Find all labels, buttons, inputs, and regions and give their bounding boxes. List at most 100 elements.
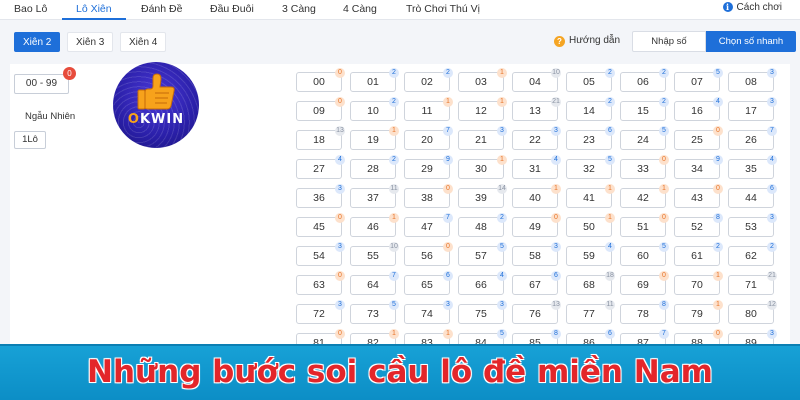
number-cell[interactable]: 31 4 <box>512 155 561 179</box>
number-cell[interactable]: 57 5 <box>458 242 507 266</box>
number-cell[interactable]: 29 9 <box>404 155 453 179</box>
number-cell[interactable]: 65 6 <box>404 271 453 295</box>
number-cell[interactable]: 16 4 <box>674 97 723 121</box>
number-cell[interactable]: 79 1 <box>674 300 723 324</box>
number-cell[interactable]: 78 8 <box>620 300 669 324</box>
lo-button[interactable]: 1Lô <box>14 131 46 149</box>
number-label: 77 <box>583 308 595 320</box>
number-cell[interactable]: 07 5 <box>674 68 723 92</box>
number-cell[interactable]: 39 14 <box>458 184 507 208</box>
guide-link[interactable]: ? Hướng dẫn <box>554 35 620 47</box>
number-cell[interactable]: 17 3 <box>728 97 777 121</box>
number-cell[interactable]: 15 2 <box>620 97 669 121</box>
number-cell[interactable]: 11 1 <box>404 97 453 121</box>
tab-tro-choi-thu-vi[interactable]: Trò Chơi Thú Vị <box>406 0 480 20</box>
number-cell[interactable]: 53 3 <box>728 213 777 237</box>
number-cell[interactable]: 66 4 <box>458 271 507 295</box>
number-cell[interactable]: 72 3 <box>296 300 345 324</box>
number-cell[interactable]: 37 11 <box>350 184 399 208</box>
number-cell[interactable]: 75 3 <box>458 300 507 324</box>
sub-tab-xien-2[interactable]: Xiên 2 <box>14 32 61 52</box>
number-cell[interactable]: 36 3 <box>296 184 345 208</box>
number-cell[interactable]: 14 2 <box>566 97 615 121</box>
number-cell[interactable]: 60 5 <box>620 242 669 266</box>
how-to-play-link[interactable]: i Cách chơi <box>722 0 782 20</box>
number-cell[interactable]: 43 0 <box>674 184 723 208</box>
sub-tab-xien-4[interactable]: Xiên 4 <box>120 32 167 52</box>
number-cell[interactable]: 19 1 <box>350 126 399 150</box>
number-cell[interactable]: 55 10 <box>350 242 399 266</box>
number-cell[interactable]: 61 2 <box>674 242 723 266</box>
number-cell[interactable]: 27 4 <box>296 155 345 179</box>
number-cell[interactable]: 52 8 <box>674 213 723 237</box>
number-cell[interactable]: 58 3 <box>512 242 561 266</box>
number-cell[interactable]: 40 1 <box>512 184 561 208</box>
number-cell[interactable]: 28 2 <box>350 155 399 179</box>
number-cell[interactable]: 38 0 <box>404 184 453 208</box>
range-selector[interactable]: 00 - 99 0 <box>14 67 76 94</box>
number-cell[interactable]: 70 1 <box>674 271 723 295</box>
number-cell[interactable]: 33 0 <box>620 155 669 179</box>
number-cell[interactable]: 51 0 <box>620 213 669 237</box>
number-cell[interactable]: 00 0 <box>296 68 345 92</box>
number-cell[interactable]: 42 1 <box>620 184 669 208</box>
random-label[interactable]: Ngẫu Nhiên <box>25 111 75 122</box>
number-cell[interactable]: 63 0 <box>296 271 345 295</box>
number-cell[interactable]: 71 21 <box>728 271 777 295</box>
number-cell[interactable]: 68 18 <box>566 271 615 295</box>
tab-danh-de[interactable]: Đánh Đề <box>141 0 182 20</box>
sub-tab-xien-3[interactable]: Xiên 3 <box>67 32 114 52</box>
number-cell[interactable]: 09 0 <box>296 97 345 121</box>
number-cell[interactable]: 48 2 <box>458 213 507 237</box>
number-count-badge: 2 <box>497 213 507 223</box>
number-cell[interactable]: 47 7 <box>404 213 453 237</box>
number-cell[interactable]: 64 7 <box>350 271 399 295</box>
number-cell[interactable]: 08 3 <box>728 68 777 92</box>
number-cell[interactable]: 01 2 <box>350 68 399 92</box>
number-cell[interactable]: 05 2 <box>566 68 615 92</box>
number-cell[interactable]: 59 4 <box>566 242 615 266</box>
tab-bao-lo[interactable]: Bao Lô <box>14 0 47 20</box>
number-cell[interactable]: 20 7 <box>404 126 453 150</box>
number-cell[interactable]: 32 5 <box>566 155 615 179</box>
number-cell[interactable]: 54 3 <box>296 242 345 266</box>
number-cell[interactable]: 24 5 <box>620 126 669 150</box>
number-cell[interactable]: 30 1 <box>458 155 507 179</box>
number-cell[interactable]: 50 1 <box>566 213 615 237</box>
number-cell[interactable]: 49 0 <box>512 213 561 237</box>
mode-enter-number[interactable]: Nhập số <box>632 31 706 52</box>
number-cell[interactable]: 26 7 <box>728 126 777 150</box>
number-cell[interactable]: 13 21 <box>512 97 561 121</box>
number-cell[interactable]: 69 0 <box>620 271 669 295</box>
number-cell[interactable]: 04 10 <box>512 68 561 92</box>
number-cell[interactable]: 22 3 <box>512 126 561 150</box>
number-cell[interactable]: 34 9 <box>674 155 723 179</box>
mode-quick-select[interactable]: Chọn số nhanh <box>706 31 796 52</box>
tab-dau-duoi[interactable]: Đầu Đuôi <box>210 0 254 20</box>
number-cell[interactable]: 74 3 <box>404 300 453 324</box>
number-cell[interactable]: 46 1 <box>350 213 399 237</box>
number-cell[interactable]: 10 2 <box>350 97 399 121</box>
number-cell[interactable]: 56 0 <box>404 242 453 266</box>
number-cell[interactable]: 25 0 <box>674 126 723 150</box>
tab-3-cang[interactable]: 3 Càng <box>282 0 316 20</box>
number-cell[interactable]: 18 13 <box>296 126 345 150</box>
number-cell[interactable]: 06 2 <box>620 68 669 92</box>
number-cell[interactable]: 67 6 <box>512 271 561 295</box>
number-cell[interactable]: 62 2 <box>728 242 777 266</box>
number-cell[interactable]: 35 4 <box>728 155 777 179</box>
number-cell[interactable]: 77 11 <box>566 300 615 324</box>
number-cell[interactable]: 45 0 <box>296 213 345 237</box>
tab-lo-xien[interactable]: Lô Xiên <box>62 0 126 20</box>
number-cell[interactable]: 73 5 <box>350 300 399 324</box>
number-cell[interactable]: 80 12 <box>728 300 777 324</box>
number-cell[interactable]: 23 6 <box>566 126 615 150</box>
number-cell[interactable]: 12 1 <box>458 97 507 121</box>
number-cell[interactable]: 02 2 <box>404 68 453 92</box>
number-cell[interactable]: 44 6 <box>728 184 777 208</box>
number-cell[interactable]: 76 13 <box>512 300 561 324</box>
tab-4-cang[interactable]: 4 Càng <box>343 0 377 20</box>
number-cell[interactable]: 03 1 <box>458 68 507 92</box>
number-cell[interactable]: 41 1 <box>566 184 615 208</box>
number-cell[interactable]: 21 3 <box>458 126 507 150</box>
